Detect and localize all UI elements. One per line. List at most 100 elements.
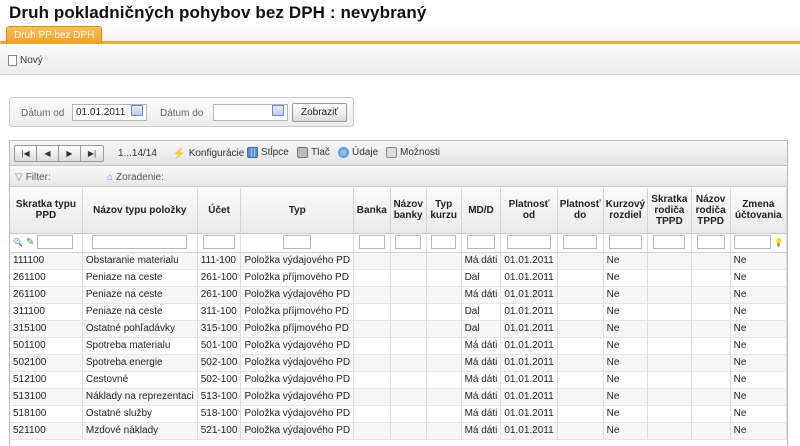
table-row[interactable]: 311100 Peniaze na ceste 311-100 Položka pří… [10, 303, 787, 321]
table-row[interactable]: 521100 Mzdové náklady 521-100 Položka výdaj… [10, 422, 787, 440]
table-row[interactable]: 518100 Ostatné služby 518-100 Položka výdaj… [10, 405, 787, 423]
globe-icon [338, 147, 349, 158]
funnel-icon: ▽ [15, 172, 23, 183]
lightning-icon: ⚡ [172, 148, 186, 160]
column-filter-input[interactable] [507, 234, 551, 249]
table-cell: Položka výdajového PD [240, 286, 355, 304]
table-cell: 521-100 [197, 422, 242, 440]
table-cell: Položka výdajového PD [240, 252, 355, 270]
calendar-icon[interactable] [131, 105, 143, 116]
column-header[interactable]: Kurzový rozdiel [603, 188, 649, 234]
table-cell: 513-100 [197, 388, 242, 406]
table-row[interactable]: 502100 Spotreba energie 502-100 Položka výd… [10, 354, 787, 372]
table-cell [353, 422, 391, 440]
column-header[interactable]: Banka [353, 188, 391, 234]
table-cell: 501-100 [197, 337, 242, 355]
table-row[interactable]: 501100 Spotreba materialu 501-100 Položka v… [10, 337, 787, 355]
columns-button[interactable]: Stĺpce [247, 147, 289, 158]
column-filter-input[interactable] [202, 234, 236, 249]
table-cell: 261-100 [197, 269, 242, 287]
table-cell [557, 371, 604, 389]
column-filter-input[interactable] [466, 234, 496, 249]
column-header[interactable]: Účet [197, 188, 242, 234]
table-row[interactable]: 512100 Cestovné 502-100 Položka výdajového … [10, 371, 787, 389]
table-row[interactable]: 261100 Peniaze na ceste 261-100 Položka pří… [10, 269, 787, 287]
table-cell [647, 252, 692, 270]
last-page-button[interactable]: ▶| [81, 146, 103, 161]
table-cell [647, 286, 692, 304]
options-button[interactable]: Možnosti [386, 147, 440, 158]
column-header[interactable]: Platnosť od [500, 188, 558, 234]
column-header[interactable]: Názov rodiča TPPD [691, 188, 731, 234]
data-table: Skratka typu PPD Názov typu položky Účet Ty… [10, 188, 787, 440]
table-cell: Ne [603, 252, 649, 270]
column-filter-input[interactable] [92, 234, 188, 249]
column-filter-input[interactable] [563, 234, 598, 249]
column-header[interactable]: Názov banky [390, 188, 427, 234]
table-cell: Položka příjmového PD [240, 320, 355, 338]
new-button[interactable]: Nový [8, 55, 43, 66]
next-page-button[interactable]: ▶ [59, 146, 81, 161]
table-row[interactable]: 513100 Náklady na reprezentaci 513-100 Polo… [10, 388, 787, 406]
column-filter-input[interactable] [358, 234, 385, 249]
grid-toolbar: |◀ ◀ ▶ ▶| 1...14/14 ⚡ Konfigurácie Stĺpc… [10, 141, 787, 166]
filter-toggle[interactable]: ▽ Filter: [15, 172, 51, 183]
column-filter-input[interactable] [653, 234, 686, 249]
column-filter-input[interactable] [608, 234, 642, 249]
calendar-icon[interactable] [272, 105, 284, 116]
tab-druh-pp[interactable]: Druh PP bez DPH [6, 26, 103, 44]
table-cell [353, 252, 391, 270]
prev-page-button[interactable]: ◀ [37, 146, 59, 161]
print-button[interactable]: Tlač [297, 147, 330, 158]
column-filter-input[interactable] [37, 234, 74, 249]
table-cell: Má dáti [461, 354, 502, 372]
column-header[interactable]: Typ kurzu [426, 188, 462, 234]
table-body: 🔍 ✎ 💡 111100 Obstaranie materialu 111-100 Pol… [10, 233, 787, 440]
search-icon[interactable]: 🔍 [13, 238, 23, 247]
column-filter-input[interactable] [733, 234, 771, 249]
column-filter-cell [390, 233, 427, 253]
table-cell: 111-100 [197, 252, 242, 270]
sort-toggle[interactable]: ⌂ Zoradenie: [107, 172, 164, 183]
column-header[interactable]: Typ [240, 188, 355, 234]
column-header[interactable]: Skratka typu PPD [10, 188, 83, 234]
column-header[interactable]: MD/D [461, 188, 502, 234]
column-header[interactable]: Skratka rodiča TPPD [647, 188, 692, 234]
column-filter-cell [353, 233, 391, 253]
sort-icon: ⌂ [107, 172, 114, 183]
table-cell: Ne [730, 422, 787, 440]
table-cell [557, 422, 604, 440]
data-button[interactable]: Údaje [338, 147, 378, 158]
column-filter-input[interactable] [431, 234, 456, 249]
lightbulb-icon[interactable]: 💡 [774, 238, 784, 247]
print-label: Tlač [311, 147, 330, 158]
columns-icon [247, 147, 258, 158]
column-filter-input[interactable] [696, 234, 725, 249]
table-cell [557, 286, 604, 304]
show-button[interactable]: Zobraziť [292, 103, 348, 122]
pager: |◀ ◀ ▶ ▶| [14, 145, 104, 162]
column-header[interactable]: Názov typu položky [82, 188, 198, 234]
column-header[interactable]: Zmena účtovania [730, 188, 787, 234]
first-page-button[interactable]: |◀ [15, 146, 37, 161]
table-cell: Ne [603, 337, 649, 355]
table-cell [390, 371, 427, 389]
table-cell: 261-100 [197, 286, 242, 304]
table-cell: Má dáti [461, 337, 502, 355]
table-cell: Položka výdajového PD [240, 388, 355, 406]
table-cell: 502-100 [197, 354, 242, 372]
table-row[interactable]: 315100 Ostatné pohľadávky 315-100 Položka p… [10, 320, 787, 338]
table-cell: Má dáti [461, 405, 502, 423]
table-row[interactable]: 261100 Peniaze na ceste 261-100 Položka výd… [10, 286, 787, 304]
table-row[interactable]: 111100 Obstaranie materialu 111-100 Položka… [10, 252, 787, 270]
column-header[interactable]: Platnosť do [557, 188, 604, 234]
column-filter-input[interactable] [395, 234, 421, 249]
table-header-row: Skratka typu PPD Názov typu položky Účet Ty… [10, 188, 787, 234]
table-cell: 111100 [10, 252, 83, 270]
table-cell [691, 252, 731, 270]
column-filter-input[interactable] [283, 234, 312, 249]
configurations-button[interactable]: ⚡ Konfigurácie [172, 147, 244, 160]
date-to-label: Dátum do [160, 108, 204, 119]
table-cell [691, 354, 731, 372]
clear-filter-icon[interactable]: ✎ [26, 237, 34, 248]
